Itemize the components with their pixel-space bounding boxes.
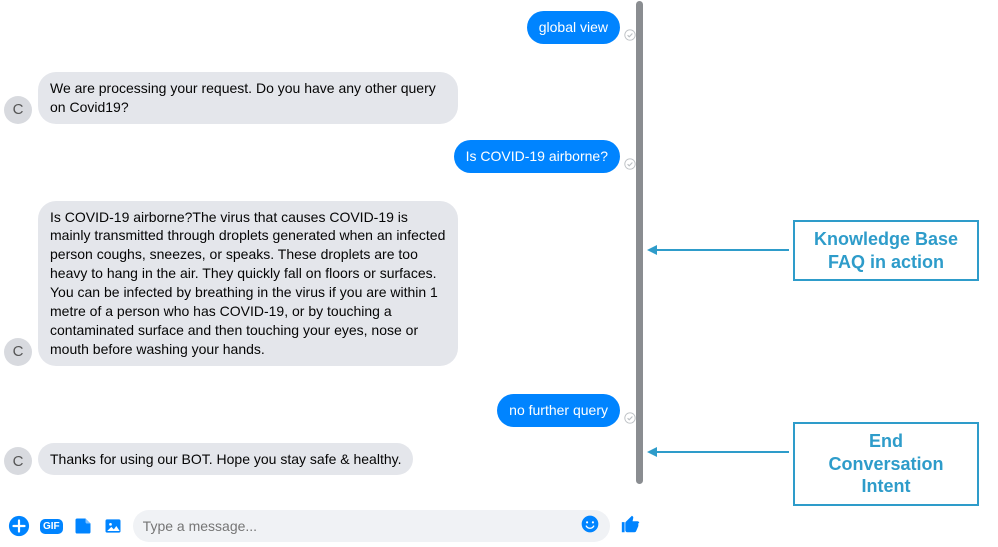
message-list: global view C We are processing your req…: [0, 0, 650, 505]
message-composer: GIF: [0, 505, 650, 547]
message-input[interactable]: [143, 518, 580, 534]
message-row-incoming: C Thanks for using our BOT. Hope you sta…: [4, 443, 638, 476]
annotation-arrow: [655, 249, 789, 251]
avatar: C: [4, 338, 32, 366]
avatar: C: [4, 447, 32, 475]
annotation-arrow: [655, 451, 789, 453]
chat-window: global view C We are processing your req…: [0, 0, 650, 547]
message-bubble: Is COVID-19 airborne?: [454, 140, 620, 173]
scrollbar-thumb[interactable]: [636, 1, 643, 484]
annotation-kb-faq: Knowledge Base FAQ in action: [793, 220, 979, 281]
scrollbar[interactable]: [636, 0, 643, 505]
message-input-wrap: [133, 510, 610, 542]
message-bubble: no further query: [497, 394, 620, 427]
gif-button[interactable]: GIF: [40, 519, 63, 534]
avatar: C: [4, 96, 32, 124]
gif-icon: GIF: [40, 519, 63, 534]
emoji-button-icon[interactable]: [580, 514, 600, 539]
message-row-incoming: C We are processing your request. Do you…: [4, 72, 638, 124]
message-bubble: Is COVID-19 airborne?The virus that caus…: [38, 201, 458, 366]
message-bubble: global view: [527, 11, 620, 44]
message-row-outgoing: global view: [4, 11, 638, 44]
message-row-outgoing: no further query: [4, 394, 638, 427]
message-bubble: We are processing your request. Do you h…: [38, 72, 458, 124]
image-button-icon[interactable]: [103, 516, 123, 536]
message-bubble: Thanks for using our BOT. Hope you stay …: [38, 443, 413, 476]
sticker-button-icon[interactable]: [73, 516, 93, 536]
message-row-outgoing: Is COVID-19 airborne?: [4, 140, 638, 173]
annotation-end-intent: End Conversation Intent: [793, 422, 979, 506]
add-button-icon[interactable]: [8, 515, 30, 537]
like-button-icon[interactable]: [620, 513, 642, 540]
message-row-incoming: C Is COVID-19 airborne?The virus that ca…: [4, 201, 638, 366]
